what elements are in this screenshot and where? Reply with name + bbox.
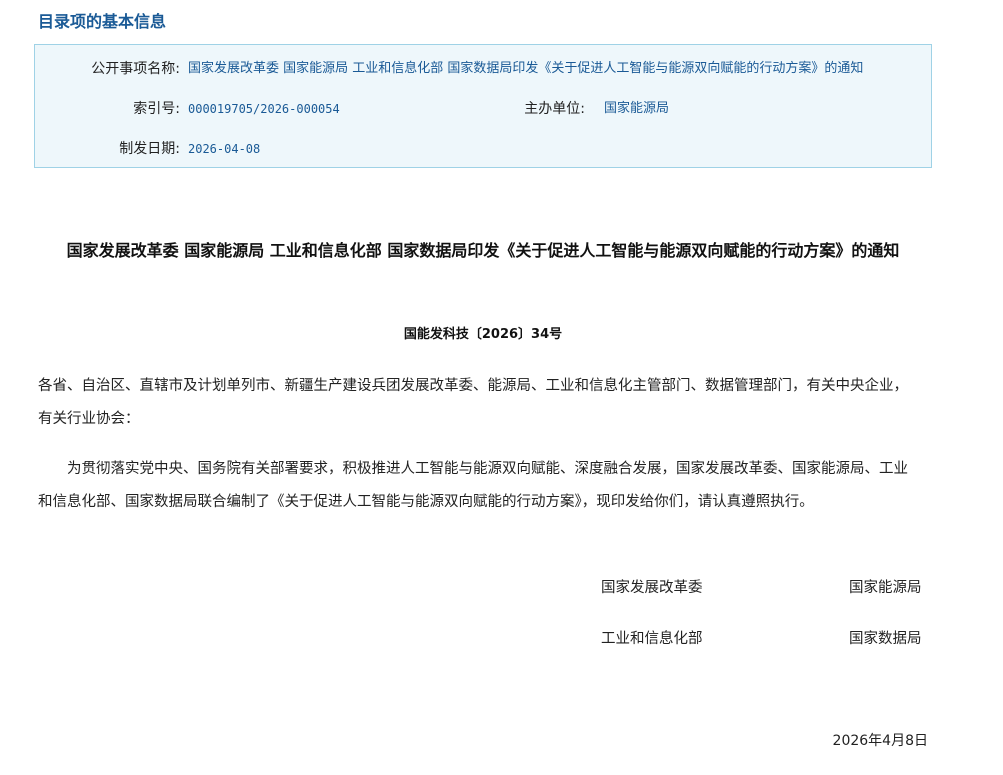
signer-ndrc: 国家发展改革委 bbox=[601, 580, 703, 596]
item-name-value: 国家发展改革委 国家能源局 工业和信息化部 国家数据局印发《关于促进人工智能与能… bbox=[188, 61, 864, 76]
info-panel: 公开事项名称: 国家发展改革委 国家能源局 工业和信息化部 国家数据局印发《关于… bbox=[34, 44, 932, 168]
document-date: 2026年4月8日 bbox=[832, 733, 928, 749]
item-name-label: 公开事项名称: bbox=[91, 61, 180, 77]
addressees-paragraph: 各省、自治区、直辖市及计划单列市、新疆生产建设兵团发展改革委、能源局、工业和信息… bbox=[38, 378, 908, 427]
document-title: 国家发展改革委 国家能源局 工业和信息化部 国家数据局印发《关于促进人工智能与能… bbox=[66, 241, 900, 260]
index-label: 索引号: bbox=[133, 101, 180, 117]
date-value: 2026-04-08 bbox=[188, 142, 261, 156]
section-title: 目录项的基本信息 bbox=[38, 12, 167, 31]
date-label: 制发日期: bbox=[119, 141, 180, 157]
signer-miit: 工业和信息化部 bbox=[601, 631, 703, 647]
signer-nda: 国家数据局 bbox=[849, 631, 922, 647]
index-value: 000019705/2026-000054 bbox=[188, 102, 340, 116]
host-label: 主办单位: bbox=[524, 101, 585, 117]
host-value: 国家能源局 bbox=[604, 101, 670, 116]
body-paragraph: 为贯彻落实党中央、国务院有关部署要求，积极推进人工智能与能源双向赋能、深度融合发… bbox=[38, 461, 908, 510]
document-number: 国能发科技〔2026〕34号 bbox=[403, 327, 563, 342]
signer-nea: 国家能源局 bbox=[849, 580, 922, 596]
